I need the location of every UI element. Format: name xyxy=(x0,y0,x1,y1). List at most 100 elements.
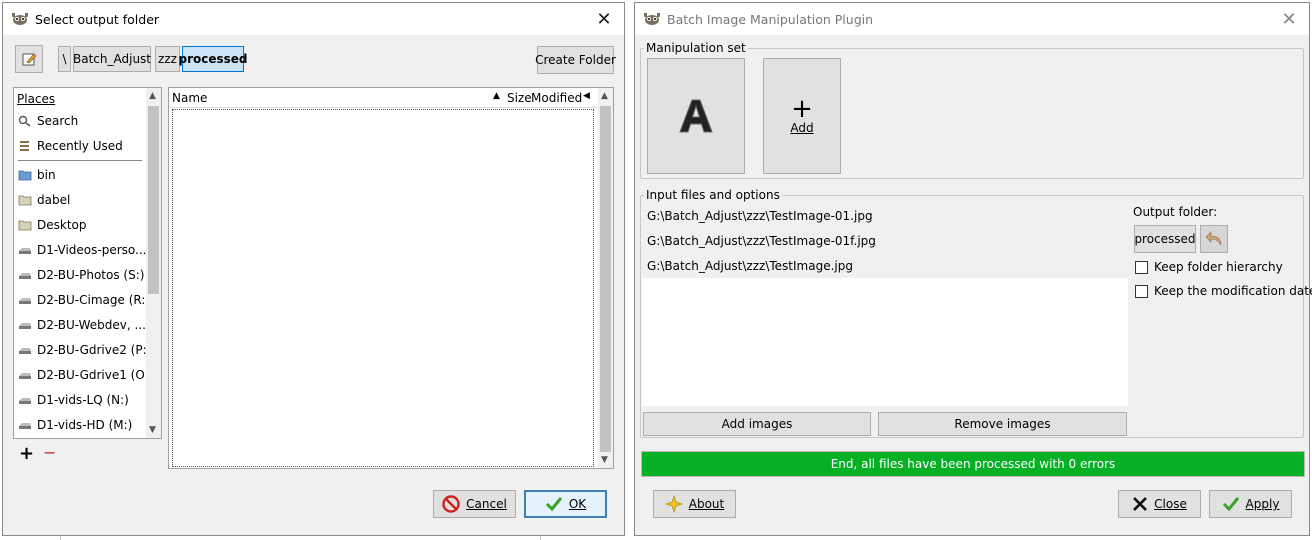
add-manipulation-button[interactable]: + Add xyxy=(763,58,841,174)
column-size-header[interactable]: Size xyxy=(507,91,532,105)
folder-icon xyxy=(18,195,32,206)
apply-button[interactable]: Apply xyxy=(1209,490,1292,518)
places-item-label: D2-BU-Gdrive2 (P:) xyxy=(37,343,152,357)
select-output-folder-dialog: Select output folder ✕ \ Batch_Adjust zz… xyxy=(2,2,625,536)
file-list-scrollbar[interactable]: ▲ ▼ xyxy=(598,88,613,468)
file-list-area[interactable] xyxy=(172,109,594,467)
path-batch-adjust-button[interactable]: Batch_Adjust xyxy=(73,46,151,72)
file-list-white[interactable] xyxy=(642,278,1128,406)
places-item-drive[interactable]: D1-vids-LQ (N:) xyxy=(18,389,129,411)
places-panel: Places Search Recently Used bin dabel De… xyxy=(13,87,162,439)
plus-icon: + xyxy=(791,94,813,124)
cancel-icon xyxy=(442,495,460,513)
keep-hierarchy-label: Keep folder hierarchy xyxy=(1154,260,1283,274)
sort-up-icon: ▲ xyxy=(493,91,500,101)
places-item-label: D2-BU-Webdev, ... xyxy=(37,318,146,332)
close-button[interactable]: Close xyxy=(1118,490,1201,518)
places-item-label: Search xyxy=(37,114,79,128)
add-images-button[interactable]: Add images xyxy=(643,412,871,436)
keep-hierarchy-checkbox[interactable] xyxy=(1135,261,1148,274)
bimp-close-icon[interactable]: ✕ xyxy=(1279,9,1299,30)
scroll-down-icon[interactable]: ▼ xyxy=(601,455,608,465)
places-item-dabel[interactable]: dabel xyxy=(18,189,70,211)
pencil-icon xyxy=(22,53,37,66)
places-scrollbar[interactable]: ▲ ▼ xyxy=(146,88,161,438)
checkmark-icon xyxy=(1222,497,1239,512)
file-list-item[interactable]: G:\Batch_Adjust\zzz\TestImage-01f.jpg xyxy=(647,234,876,248)
add-label: Add xyxy=(790,121,814,135)
folder-icon xyxy=(18,220,32,231)
recent-icon xyxy=(20,141,29,151)
drive-icon xyxy=(19,398,31,404)
drive-icon xyxy=(19,323,31,329)
file-list-scroll-thumb[interactable] xyxy=(600,106,611,452)
drive-icon xyxy=(19,273,31,279)
checkmark-icon xyxy=(545,497,562,512)
path-processed-button[interactable]: processed xyxy=(178,46,248,72)
text-letter-a-icon xyxy=(679,99,713,133)
dialog-close-icon[interactable]: ✕ xyxy=(594,9,614,30)
drive-icon xyxy=(19,248,31,254)
places-item-search[interactable]: Search xyxy=(18,110,78,132)
keep-dates-label: Keep the modification dates xyxy=(1154,284,1312,298)
gimp-app-icon xyxy=(644,13,660,25)
places-item-label: dabel xyxy=(37,193,71,207)
ok-label: OK xyxy=(568,497,587,511)
undo-arrow-icon xyxy=(1205,231,1222,247)
drive-icon xyxy=(19,298,31,304)
search-icon xyxy=(18,115,31,127)
places-header: Places xyxy=(17,92,56,106)
places-item-desktop[interactable]: Desktop xyxy=(18,214,87,236)
places-item-drive[interactable]: D2-BU-Cimage (R:) xyxy=(18,289,150,311)
scroll-up-icon[interactable]: ▲ xyxy=(149,91,156,101)
edit-location-button[interactable] xyxy=(15,45,43,73)
gimp-app-icon xyxy=(12,13,28,25)
output-folder-label: Output folder: xyxy=(1133,205,1218,219)
scroll-up-icon[interactable]: ▲ xyxy=(601,91,608,101)
drive-icon xyxy=(19,423,31,429)
places-item-drive[interactable]: D1-vids-HD (M:) xyxy=(18,414,132,436)
places-scroll-thumb[interactable] xyxy=(148,106,159,294)
reset-output-folder-button[interactable] xyxy=(1200,225,1228,253)
file-list-item[interactable]: G:\Batch_Adjust\zzz\TestImage-01.jpg xyxy=(647,209,873,223)
dialog-titlebar: Select output folder ✕ xyxy=(3,3,624,35)
bimp-titlebar: Batch Image Manipulation Plugin ✕ xyxy=(635,3,1309,35)
create-folder-button[interactable]: Create Folder xyxy=(535,46,616,74)
about-button[interactable]: About xyxy=(653,490,736,518)
file-list-panel: Name ▲ Size Modified ◀ ▲ ▼ xyxy=(168,87,614,469)
star-icon xyxy=(664,495,683,513)
add-place-button[interactable]: + xyxy=(19,443,34,464)
text-manipulation-button[interactable] xyxy=(647,58,745,174)
input-files-label: Input files and options xyxy=(644,188,782,202)
column-modified-header[interactable]: Modified xyxy=(531,91,582,105)
places-item-recently-used[interactable]: Recently Used xyxy=(18,135,123,157)
places-item-label: D2-BU-Cimage (R:) xyxy=(37,293,151,307)
output-folder-button[interactable]: processed xyxy=(1134,225,1196,253)
keep-dates-checkbox[interactable] xyxy=(1135,285,1148,298)
remove-place-button[interactable]: − xyxy=(43,443,56,462)
places-bottom-border xyxy=(13,440,162,468)
places-item-drive[interactable]: D2-BU-Photos (S:) xyxy=(18,264,144,286)
places-item-bin[interactable]: bin xyxy=(18,164,56,186)
cancel-button[interactable]: Cancel xyxy=(433,490,516,518)
apply-label: Apply xyxy=(1245,497,1280,511)
places-item-drive[interactable]: D2-BU-Gdrive1 (O:) xyxy=(18,364,153,386)
remove-images-button[interactable]: Remove images xyxy=(878,412,1127,436)
close-label: Close xyxy=(1154,497,1187,511)
drive-icon xyxy=(19,348,31,354)
file-list-item[interactable]: G:\Batch_Adjust\zzz\TestImage.jpg xyxy=(647,259,853,273)
column-scroll-left-icon: ◀ xyxy=(583,91,590,101)
places-item-drive[interactable]: D2-BU-Webdev, ... xyxy=(18,314,146,336)
ok-button[interactable]: OK xyxy=(524,490,607,518)
drive-icon xyxy=(19,373,31,379)
column-name-header[interactable]: Name xyxy=(172,91,207,105)
manipulation-set-label: Manipulation set xyxy=(644,41,748,55)
places-item-label: D2-BU-Gdrive1 (O:) xyxy=(37,368,154,382)
places-item-drive[interactable]: D1-Videos-perso... xyxy=(18,239,146,261)
places-item-drive[interactable]: D2-BU-Gdrive2 (P:) xyxy=(18,339,151,361)
path-root-button[interactable]: \ xyxy=(58,46,71,72)
places-item-label: D1-vids-HD (M:) xyxy=(37,418,133,432)
places-item-label: D1-Videos-perso... xyxy=(37,243,147,257)
scroll-down-icon[interactable]: ▼ xyxy=(149,425,156,435)
path-zzz-button[interactable]: zzz xyxy=(155,46,180,72)
